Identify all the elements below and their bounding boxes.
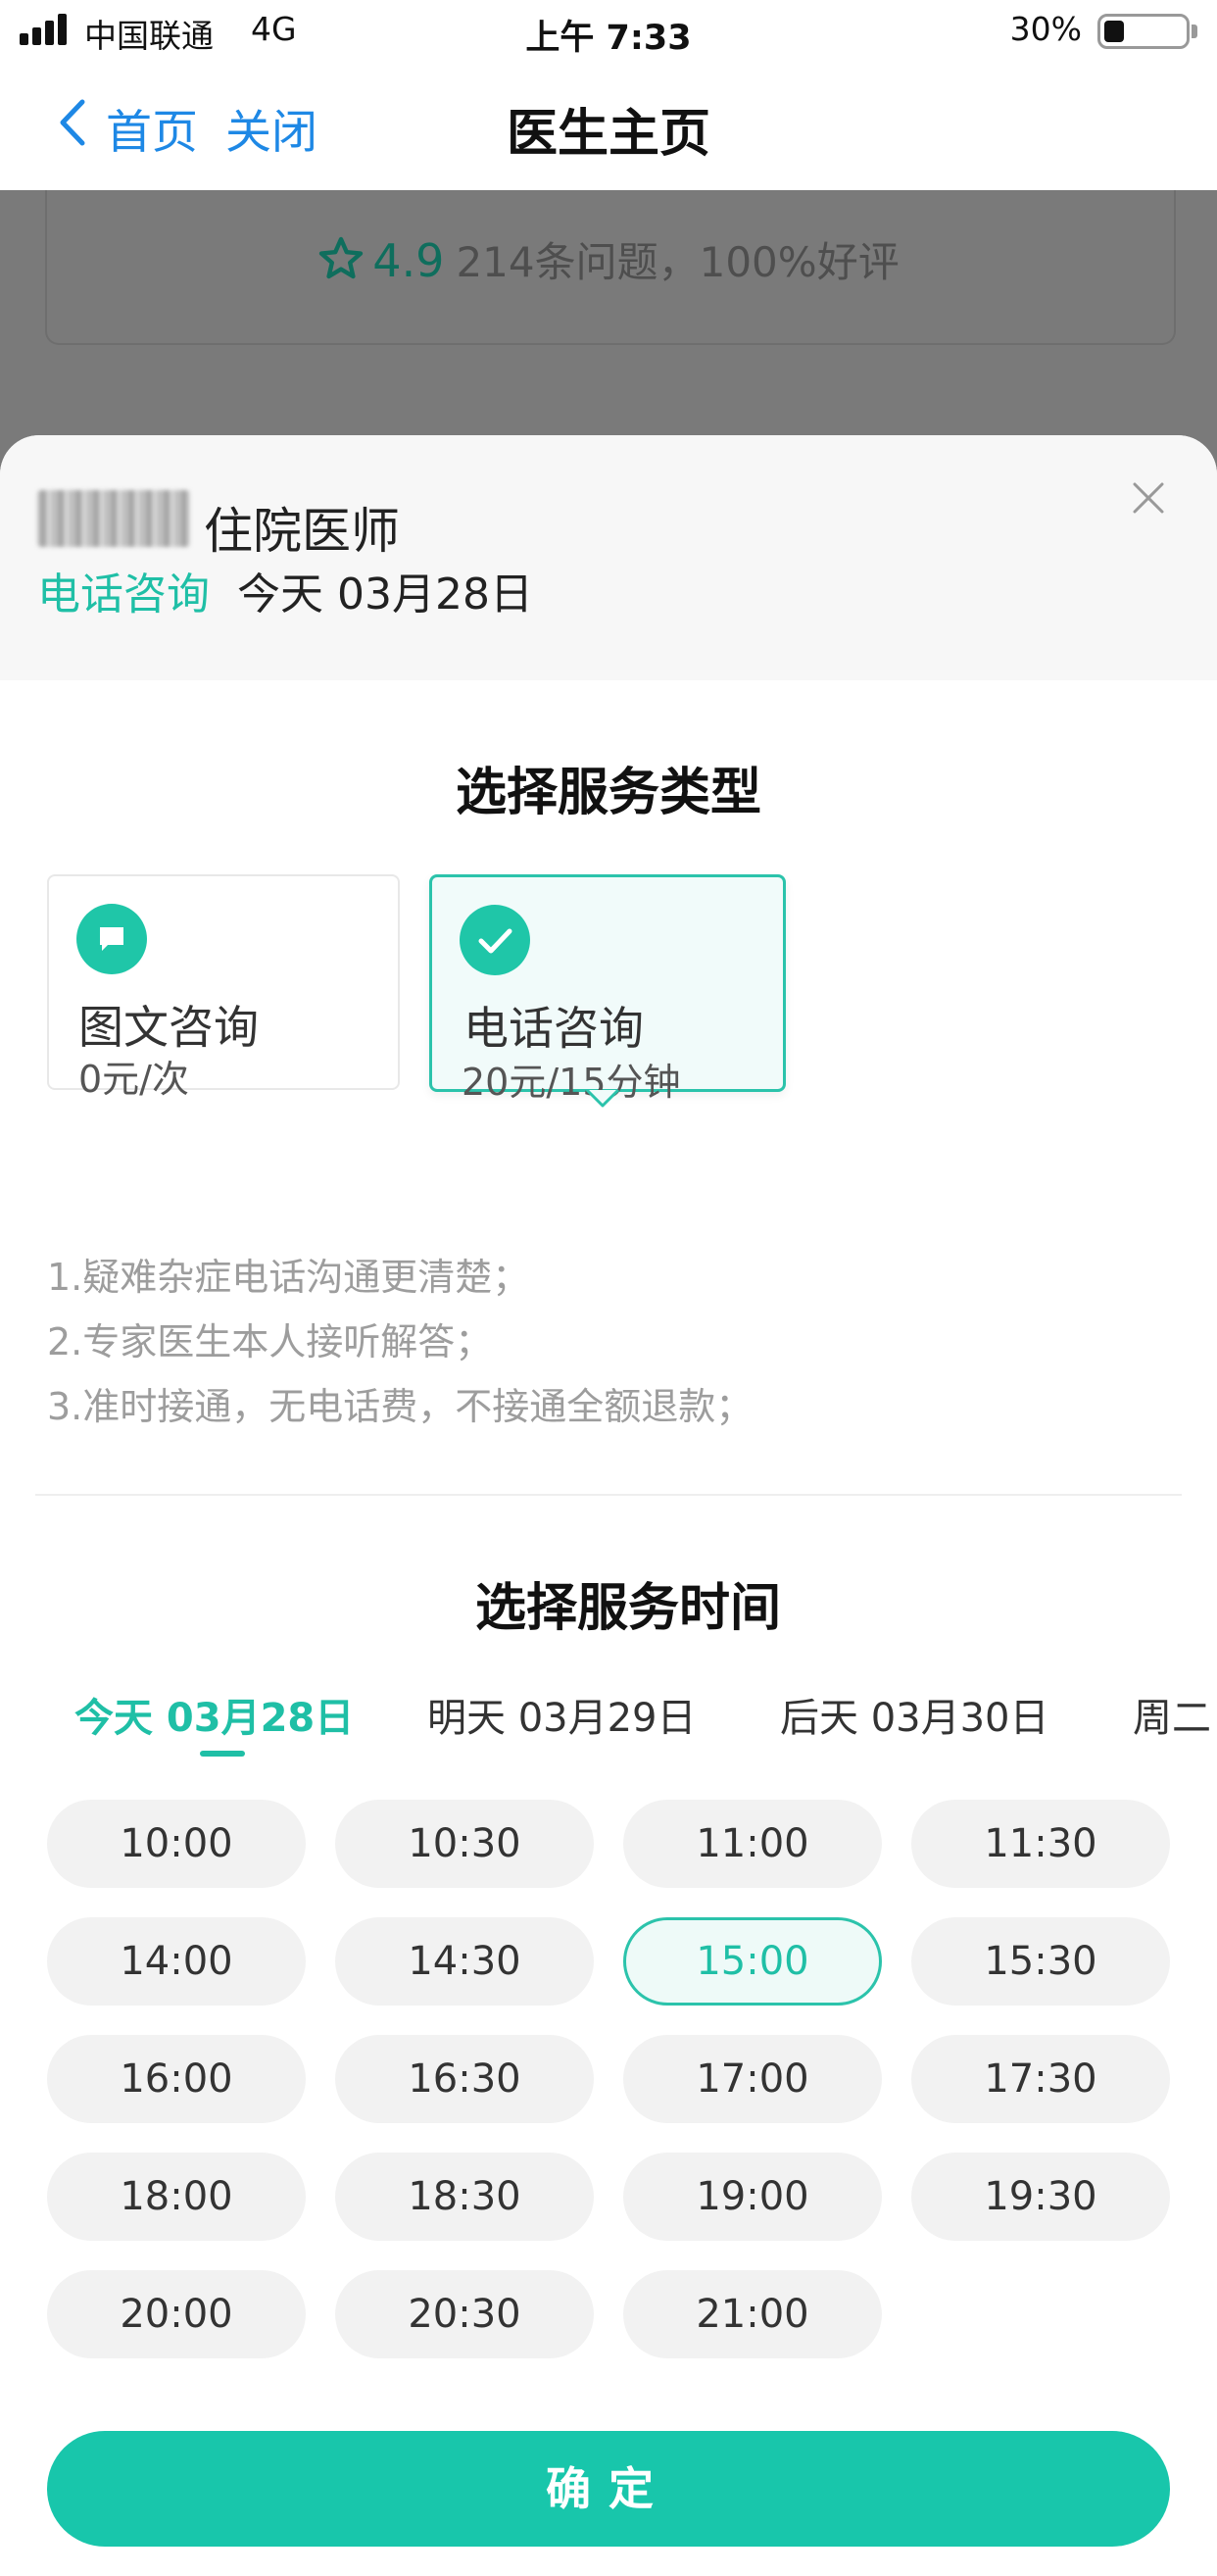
time-slot[interactable]: 21:00 <box>623 2270 882 2358</box>
consult-date: 今天 03月28日 <box>237 570 533 619</box>
service-name: 图文咨询 <box>78 1001 259 1054</box>
doctor-name-blurred <box>37 490 190 547</box>
date-tab-tomorrow[interactable]: 明天 03月29日 <box>427 1686 697 1743</box>
consult-type: 电话咨询 <box>37 570 210 619</box>
battery-percent: 30% <box>1009 10 1082 48</box>
time-slot[interactable]: 16:00 <box>47 2035 306 2123</box>
feature-item: 3.准时接通，无电话费，不接通全额退款； <box>47 1385 754 1428</box>
time-slot[interactable]: 20:00 <box>47 2270 306 2358</box>
feature-item: 1.疑难杂症电话沟通更清楚； <box>47 1256 530 1299</box>
time-slot[interactable]: 10:30 <box>335 1800 594 1888</box>
date-tabs: 今天 03月28日 明天 03月29日 后天 03月30日 周二 <box>0 1686 1217 1774</box>
time-slot[interactable]: 11:00 <box>623 1800 882 1888</box>
divider <box>35 1494 1182 1496</box>
sheet-header: 住院医师 电话咨询 今天 03月28日 <box>0 435 1217 680</box>
time-slot[interactable]: 14:30 <box>335 1917 594 2006</box>
time-slot[interactable]: 10:00 <box>47 1800 306 1888</box>
rating-score: 4.9 <box>372 234 445 287</box>
star-icon <box>319 236 364 279</box>
page-title: 医生主页 <box>506 105 710 164</box>
time-slot[interactable]: 20:30 <box>335 2270 594 2358</box>
time-slot[interactable]: 15:30 <box>911 1917 1170 2006</box>
feature-item: 2.专家医生本人接听解答； <box>47 1320 493 1363</box>
active-tab-indicator <box>200 1751 245 1757</box>
service-type-title: 选择服务类型 <box>455 764 761 822</box>
date-tab-today[interactable]: 今天 03月28日 <box>74 1686 354 1743</box>
feature-list: 1.疑难杂症电话沟通更清楚； 2.专家医生本人接听解答； 3.准时接通，无电话费… <box>47 1245 753 1439</box>
nav-bar: 首页 关闭 医生主页 <box>0 61 1217 190</box>
doctor-title: 住院医师 <box>204 503 400 560</box>
service-option-text[interactable]: 图文咨询 0元/次 <box>47 874 400 1101</box>
rating-text: 214条问题，100%好评 <box>456 238 900 286</box>
battery-icon <box>1097 14 1201 49</box>
date-tab-day-after[interactable]: 后天 03月30日 <box>780 1686 1049 1743</box>
time-slot[interactable]: 15:00 <box>623 1917 882 2006</box>
status-bar: 中国联通 4G 上午 7:33 30% <box>0 0 1217 61</box>
rating-summary: 4.9 214条问题，100%好评 <box>0 229 1217 289</box>
time-slot[interactable]: 16:30 <box>335 2035 594 2123</box>
chat-bubble-icon <box>76 904 147 974</box>
date-tab-tuesday[interactable]: 周二 <box>1133 1686 1211 1743</box>
time-slot[interactable]: 11:30 <box>911 1800 1170 1888</box>
service-price: 0元/次 <box>78 1058 189 1101</box>
time-slot[interactable]: 19:00 <box>623 2153 882 2241</box>
service-name: 电话咨询 <box>463 1002 644 1055</box>
selection-pointer <box>585 1088 620 1108</box>
service-sheet: 住院医师 电话咨询 今天 03月28日 选择服务类型 图文咨询 0元/次 电话咨… <box>0 435 1217 2576</box>
check-circle-icon <box>460 905 530 975</box>
time-slot[interactable]: 18:00 <box>47 2153 306 2241</box>
confirm-button[interactable]: 确定 <box>47 2431 1170 2547</box>
service-option-phone[interactable]: 电话咨询 20元/15分钟 <box>429 874 786 1104</box>
time-slot[interactable]: 14:00 <box>47 1917 306 2006</box>
service-price: 20元/15分钟 <box>462 1061 681 1104</box>
time-slot[interactable]: 18:30 <box>335 2153 594 2241</box>
time-slot[interactable]: 17:00 <box>623 2035 882 2123</box>
time-slot[interactable]: 19:30 <box>911 2153 1170 2241</box>
time-slot[interactable]: 17:30 <box>911 2035 1170 2123</box>
service-time-title: 选择服务时间 <box>474 1579 781 1638</box>
close-icon[interactable] <box>1129 478 1168 518</box>
